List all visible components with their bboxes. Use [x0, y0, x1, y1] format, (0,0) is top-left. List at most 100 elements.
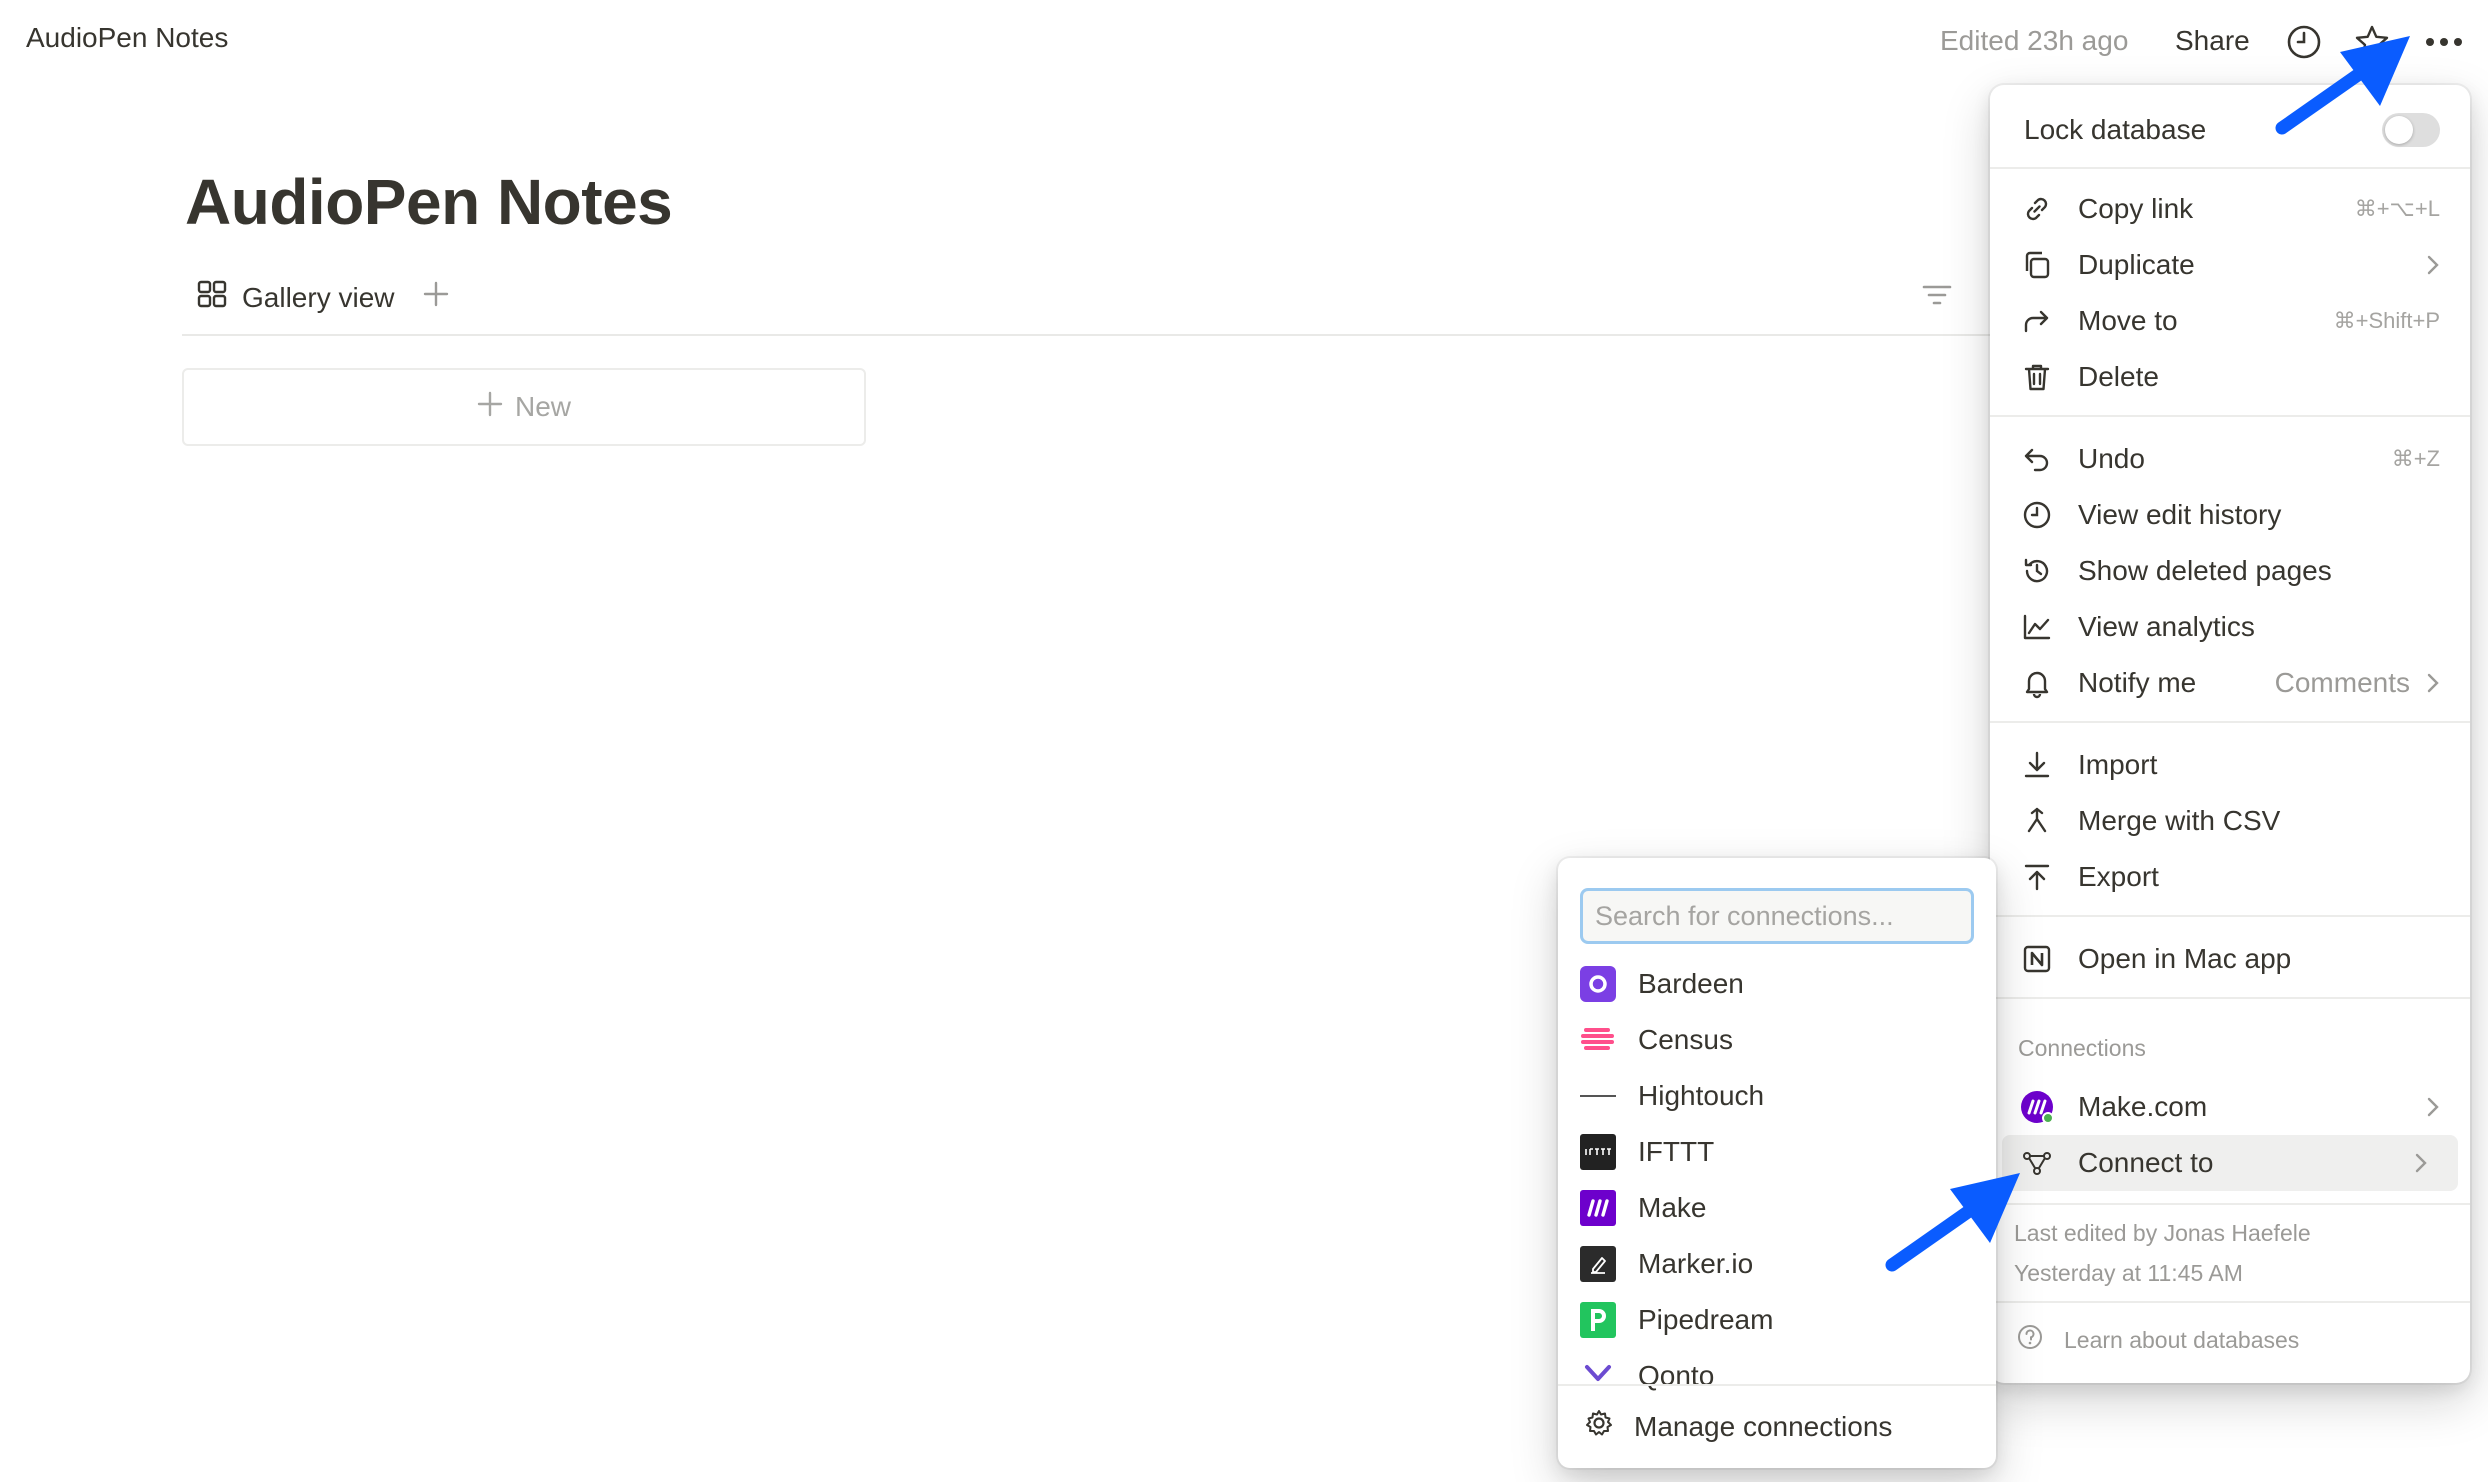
make-logo-icon — [2018, 1088, 2056, 1126]
copy-link-label: Copy link — [2078, 193, 2194, 224]
chevron-right-icon — [2420, 1096, 2440, 1118]
view-analytics-label: View analytics — [2078, 611, 2255, 642]
annotation-arrow-connect — [1885, 1173, 2020, 1272]
menu-item-view-analytics[interactable]: View analytics — [1990, 599, 2470, 655]
learn-about-databases-link[interactable]: Learn about databases — [2016, 1323, 2299, 1357]
views-divider — [182, 334, 1992, 336]
undo-icon — [2018, 440, 2056, 478]
hightouch-logo-icon — [1580, 1078, 1616, 1114]
undo-shortcut: ⌘+Z — [2391, 446, 2440, 471]
trash-icon — [2018, 358, 2056, 396]
duplicate-label: Duplicate — [2078, 249, 2195, 280]
marker-io-logo-icon — [1580, 1246, 1616, 1282]
hightouch-label: Hightouch — [1638, 1080, 1765, 1111]
make-label: Make — [1638, 1192, 1707, 1223]
gallery-icon — [196, 278, 228, 317]
history-icon — [2018, 552, 2056, 590]
connection-item-pipedream[interactable]: Pipedream — [1580, 1294, 1980, 1346]
bardeen-label: Bardeen — [1638, 968, 1744, 999]
menu-item-copy-link[interactable]: Copy link ⌘+⌥+L — [1990, 181, 2470, 237]
filter-icon[interactable] — [1920, 280, 1954, 315]
gear-icon — [1584, 1408, 1614, 1445]
menu-item-connect-to[interactable]: Connect to — [2002, 1135, 2458, 1191]
open-in-mac-app-label: Open in Mac app — [2078, 943, 2292, 974]
notify-me-label: Notify me — [2078, 667, 2197, 698]
connection-item-hightouch[interactable]: Hightouch — [1580, 1070, 1980, 1122]
menu-divider — [1990, 415, 2470, 417]
merge-with-csv-label: Merge with CSV — [2078, 805, 2281, 836]
menu-item-open-in-mac-app[interactable]: Open in Mac app — [1990, 931, 2470, 987]
learn-label: Learn about databases — [2064, 1326, 2300, 1353]
edited-timestamp: Edited 23h ago — [1940, 25, 2129, 56]
merge-icon — [2018, 802, 2056, 840]
link-icon — [2018, 190, 2056, 228]
connection-item-qonto[interactable]: Qonto — [1580, 1350, 1980, 1402]
move-icon — [2018, 302, 2056, 340]
help-icon — [2016, 1323, 2044, 1357]
clock-icon — [2018, 496, 2056, 534]
menu-item-merge-with-csv[interactable]: Merge with CSV — [1990, 793, 2470, 849]
notion-icon — [2018, 940, 2056, 978]
annotation-arrow-top — [2275, 36, 2410, 135]
ifttt-label: IFTTT — [1638, 1136, 1715, 1167]
connection-item-census[interactable]: Census — [1580, 1014, 1980, 1066]
census-label: Census — [1638, 1024, 1733, 1055]
qonto-label: Qonto — [1638, 1360, 1715, 1391]
more-icon[interactable] — [2424, 22, 2464, 62]
menu-item-move-to[interactable]: Move to ⌘+Shift+P — [1990, 293, 2470, 349]
connections-search-input[interactable] — [1580, 888, 1974, 944]
menu-item-make-com[interactable]: Make.com — [1990, 1079, 2470, 1135]
menu-item-duplicate[interactable]: Duplicate — [1990, 237, 2470, 293]
menu-divider — [1990, 997, 2470, 999]
copy-link-shortcut: ⌘+⌥+L — [2354, 196, 2440, 221]
chevron-right-icon — [2420, 672, 2440, 694]
manage-connections-button[interactable]: Manage connections — [1584, 1408, 1892, 1445]
connection-item-bardeen[interactable]: Bardeen — [1580, 958, 1980, 1010]
undo-label: Undo — [2078, 443, 2145, 474]
connections-heading: Connections — [2018, 1035, 2146, 1061]
add-view-icon[interactable] — [422, 280, 450, 315]
show-deleted-pages-label: Show deleted pages — [2078, 555, 2332, 586]
make-com-label: Make.com — [2078, 1091, 2208, 1122]
menu-item-export[interactable]: Export — [1990, 849, 2470, 905]
connections-submenu: Bardeen Census Hightouch IFTTT Make Mark… — [1558, 858, 1996, 1468]
menu-item-import[interactable]: Import — [1990, 737, 2470, 793]
chevron-right-icon — [2420, 254, 2440, 276]
last-edited-by: Last edited by Jonas Haefele — [2014, 1220, 2311, 1246]
ifttt-logo-icon — [1580, 1134, 1616, 1170]
view-edit-history-label: View edit history — [2078, 499, 2282, 530]
menu-divider — [1990, 721, 2470, 723]
breadcrumb[interactable]: AudioPen Notes — [26, 22, 228, 54]
plus-icon — [477, 391, 503, 424]
notify-me-value: Comments — [2274, 667, 2410, 698]
pipedream-label: Pipedream — [1638, 1304, 1774, 1335]
menu-item-view-edit-history[interactable]: View edit history — [1990, 487, 2470, 543]
menu-item-show-deleted-pages[interactable]: Show deleted pages — [1990, 543, 2470, 599]
menu-item-notify-me[interactable]: Notify me Comments — [1990, 655, 2470, 711]
chevron-right-icon — [2408, 1152, 2428, 1174]
manage-connections-label: Manage connections — [1634, 1410, 1893, 1442]
make-logo-icon — [1580, 1190, 1616, 1226]
bardeen-logo-icon — [1580, 966, 1616, 1002]
analytics-icon — [2018, 608, 2056, 646]
export-icon — [2018, 858, 2056, 896]
view-tabs: Gallery view — [196, 278, 450, 317]
connections-divider — [1558, 1384, 1996, 1386]
page-title[interactable]: AudioPen Notes — [185, 165, 673, 239]
share-button[interactable]: Share — [2175, 25, 2250, 57]
tab-gallery-view[interactable]: Gallery view — [242, 282, 394, 314]
menu-divider — [1990, 167, 2470, 169]
export-label: Export — [2078, 861, 2159, 892]
menu-item-undo[interactable]: Undo ⌘+Z — [1990, 431, 2470, 487]
connect-to-label: Connect to — [2078, 1147, 2214, 1178]
new-card-button[interactable]: New — [182, 368, 866, 446]
duplicate-icon — [2018, 246, 2056, 284]
delete-label: Delete — [2078, 361, 2159, 392]
qonto-logo-icon — [1580, 1358, 1616, 1394]
import-label: Import — [2078, 749, 2158, 780]
menu-divider — [1990, 1203, 2470, 1205]
move-to-label: Move to — [2078, 305, 2178, 336]
menu-item-delete[interactable]: Delete — [1990, 349, 2470, 405]
database-options-menu: Lock database Copy link ⌘+⌥+L Duplicate … — [1990, 85, 2470, 1383]
bell-icon — [2018, 664, 2056, 702]
